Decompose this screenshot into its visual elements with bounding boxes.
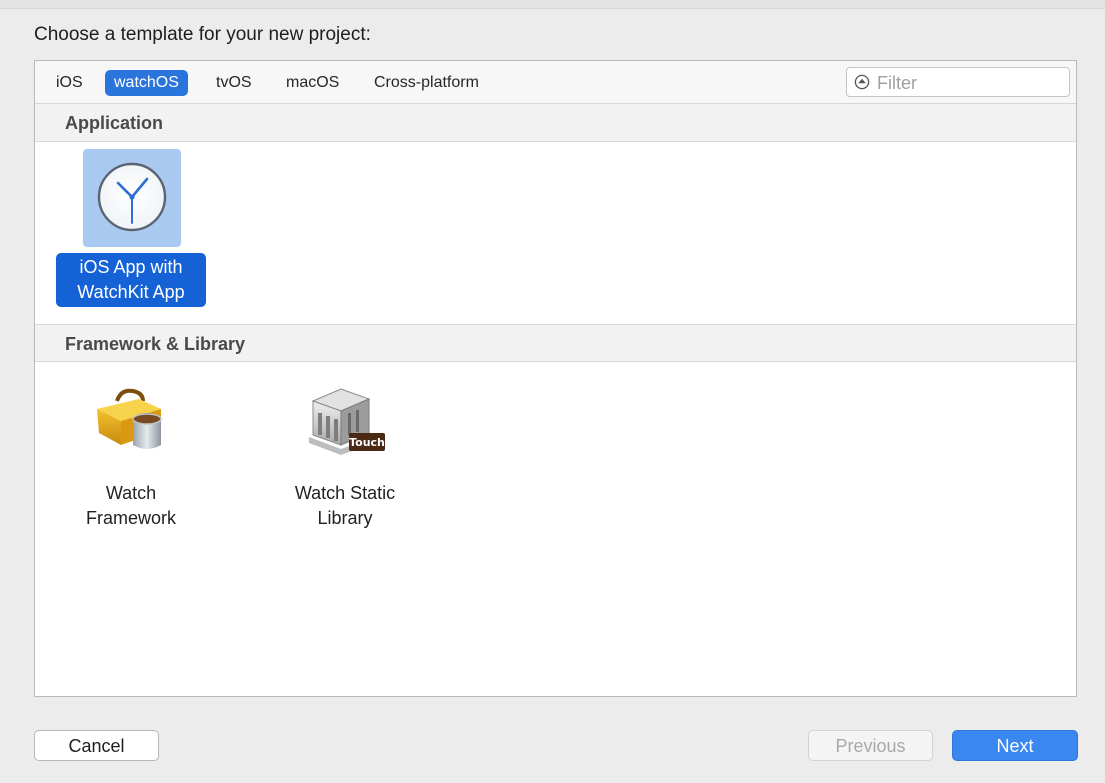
window-top-edge <box>0 0 1105 9</box>
filter-field[interactable] <box>846 67 1070 98</box>
library-building-icon: Touch <box>309 388 385 455</box>
tab-ios[interactable]: iOS <box>47 70 92 96</box>
template-label-line2: Library <box>317 508 373 528</box>
filter-input[interactable] <box>875 68 1065 98</box>
next-button[interactable]: Next <box>952 730 1078 761</box>
filter-icon <box>854 74 870 90</box>
platform-tab-bar: iOS watchOS tvOS macOS Cross-platform <box>35 61 1076 104</box>
library-badge-text: Touch <box>349 436 385 449</box>
toolbox-icon <box>97 388 162 449</box>
previous-button[interactable]: Previous <box>808 730 933 761</box>
template-label-line1: iOS App with <box>79 257 183 277</box>
section-header-framework-library: Framework & Library <box>35 324 1076 362</box>
template-label-line1: Watch Static <box>294 483 396 503</box>
template-icon-selection <box>83 149 181 247</box>
section-header-application: Application <box>35 104 1076 142</box>
template-label: Watch Framework <box>56 479 206 533</box>
dialog-heading: Choose a template for your new project: <box>34 24 371 45</box>
tab-cross-platform[interactable]: Cross-platform <box>365 70 488 96</box>
tab-tvos[interactable]: tvOS <box>207 70 261 96</box>
tab-macos[interactable]: macOS <box>277 70 348 96</box>
template-label-line2: Framework <box>85 508 176 528</box>
template-label-line2: WatchKit App <box>77 282 185 302</box>
template-label: Watch Static Library <box>268 479 422 533</box>
watch-clock-icon <box>97 162 167 232</box>
tab-watchos[interactable]: watchOS <box>105 70 188 96</box>
template-label: iOS App with WatchKit App <box>56 253 206 307</box>
cancel-button[interactable]: Cancel <box>34 730 159 761</box>
template-label-line1: Watch <box>105 483 157 503</box>
template-browser: iOS watchOS tvOS macOS Cross-platform Ap… <box>34 60 1077 697</box>
